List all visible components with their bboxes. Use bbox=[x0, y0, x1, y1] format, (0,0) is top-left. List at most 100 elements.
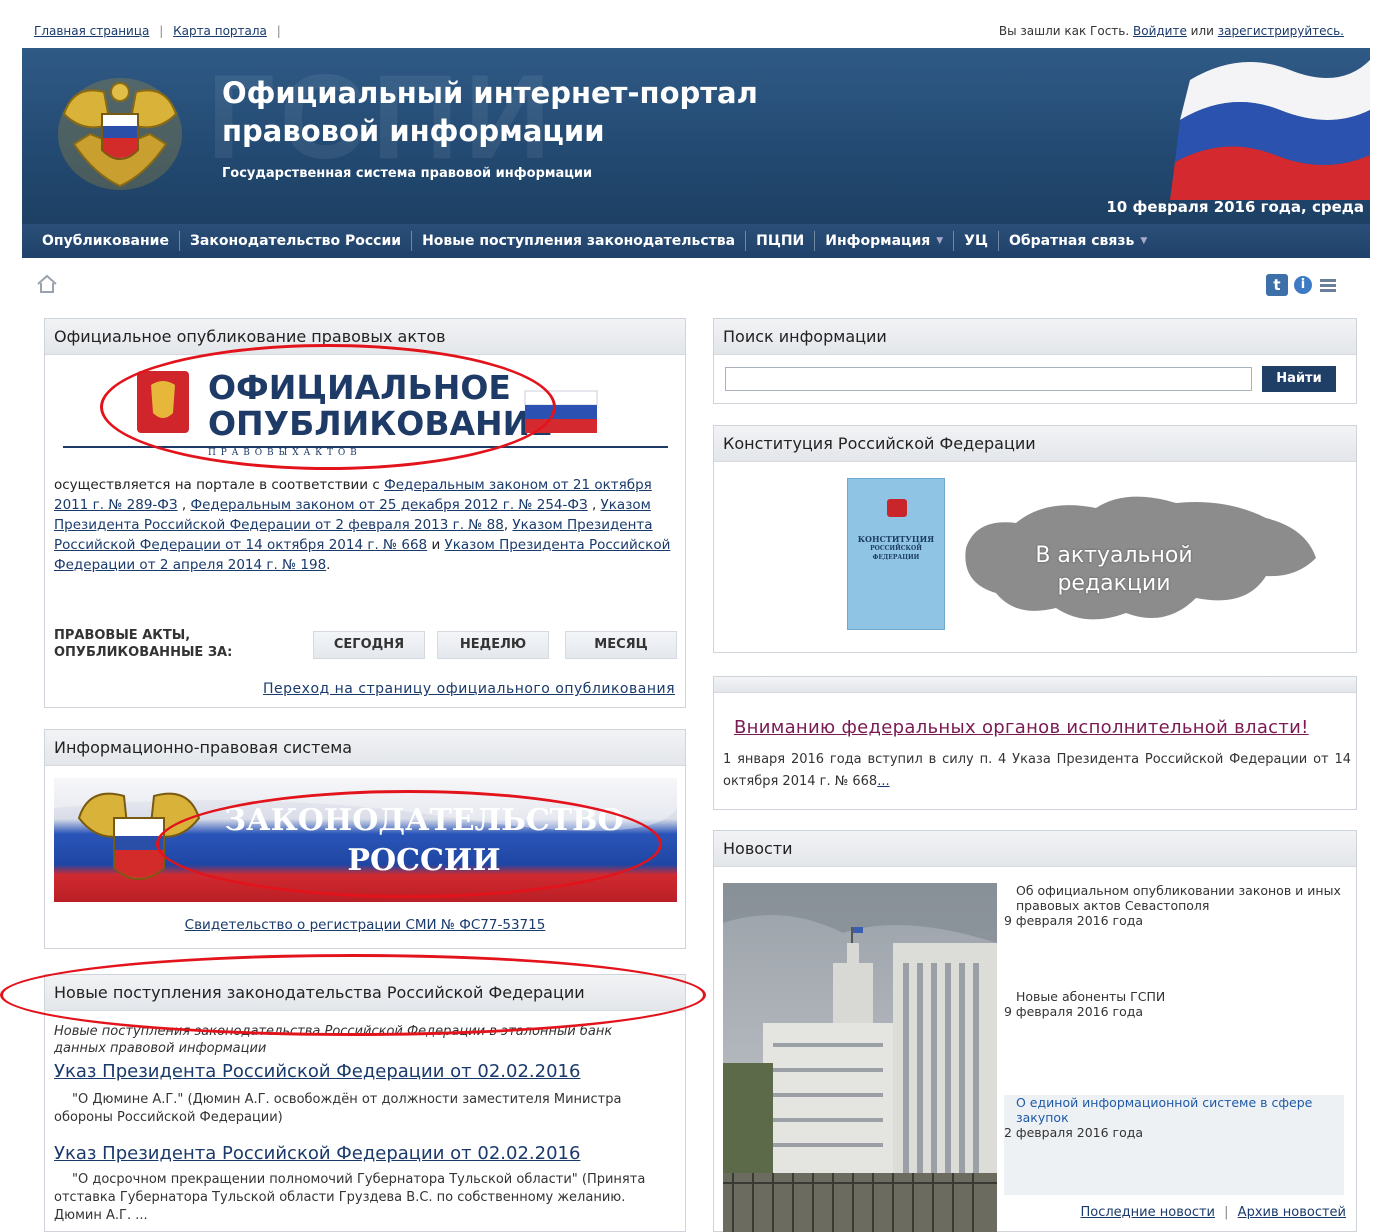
legal-information-system-panel: Информационно-правовая система ЗАКОНОДАТ… bbox=[44, 729, 686, 949]
logo-line2: ОПУБЛИКОВАНИЕ bbox=[208, 404, 553, 443]
text: осуществляется на портале в соответствии… bbox=[54, 477, 385, 493]
nav-item-uc[interactable]: УЦ bbox=[953, 231, 998, 251]
panel-heading: Новости bbox=[714, 831, 1356, 867]
nav-label: УЦ bbox=[964, 233, 988, 249]
current-date: 10 февраля 2016 года, среда bbox=[1106, 198, 1364, 216]
text: , bbox=[177, 497, 191, 513]
news-panel: Новости Об официальном опубликовании зак… bbox=[713, 830, 1357, 1232]
official-publication-panel: Официальное опубликование правовых актов… bbox=[44, 318, 686, 708]
site-title-line2: правовой информации bbox=[222, 114, 605, 148]
home-icon[interactable] bbox=[36, 274, 58, 294]
book-title-line: КОНСТИТУЦИЯ bbox=[857, 534, 935, 544]
site-title-line1: Официальный интернет-портал bbox=[222, 76, 758, 110]
top-utility-bar: Главная страница | Карта портала | Вы за… bbox=[34, 22, 1344, 42]
law-link-254fz[interactable]: Федеральным законом от 25 декабря 2012 г… bbox=[190, 497, 587, 513]
panel-heading: Поиск информации bbox=[714, 319, 1356, 355]
share-toolbar: t i bbox=[1266, 273, 1356, 297]
news-title: О единой информационной системе в сфере … bbox=[1016, 1095, 1313, 1125]
new-legislation-panel: Новые поступления законодательства Росси… bbox=[44, 974, 686, 1232]
nav-item-publication[interactable]: Опубликование bbox=[22, 231, 179, 251]
news-archive-link[interactable]: Архив новостей bbox=[1238, 1205, 1346, 1220]
russian-flag-icon bbox=[1170, 60, 1370, 200]
nav-label: Новые поступления законодательства bbox=[422, 233, 736, 249]
news-item[interactable]: О единой информационной системе в сфере … bbox=[1004, 1095, 1344, 1195]
nav-item-russian-legislation[interactable]: Законодательство России bbox=[178, 231, 411, 251]
chevron-down-icon: ▼ bbox=[1140, 236, 1148, 246]
panel-heading: Новые поступления законодательства Росси… bbox=[45, 975, 685, 1011]
chevron-down-icon: ▼ bbox=[936, 236, 944, 246]
notice-body: 1 января 2016 года вступил в силу п. 4 У… bbox=[723, 749, 1351, 793]
nav-item-new-legislation[interactable]: Новые поступления законодательства bbox=[411, 231, 745, 251]
site-title[interactable]: Официальный интернет-портал правовой инф… bbox=[222, 74, 782, 150]
nav-item-pcpi[interactable]: ПЦПИ bbox=[745, 231, 814, 251]
notice-title-link[interactable]: Вниманию федеральных органов исполнитель… bbox=[734, 717, 1309, 738]
notice-more-link[interactable]: ... bbox=[877, 774, 889, 789]
news-item[interactable]: Об официальном опубликовании законов и и… bbox=[1004, 883, 1344, 983]
official-publication-logo[interactable]: ОФИЦИАЛЬНОЕ ОПУБЛИКОВАНИЕ П Р А В О В Ы … bbox=[63, 361, 668, 457]
news-item[interactable]: Новые абоненты ГСПИ 9 февраля 2016 года bbox=[1004, 989, 1344, 1089]
acts-period-label: ПРАВОВЫЕ АКТЫ, ОПУБЛИКОВАННЫЕ ЗА: bbox=[54, 627, 232, 661]
home-page-link[interactable]: Главная страница bbox=[34, 24, 149, 38]
today-button[interactable]: СЕГОДНЯ bbox=[313, 631, 425, 659]
white-house-photo[interactable] bbox=[723, 883, 997, 1232]
info-icon[interactable]: i bbox=[1294, 276, 1312, 294]
panel-heading bbox=[714, 677, 1356, 693]
new-legislation-intro: Новые поступления законодательства Росси… bbox=[54, 1024, 613, 1056]
or-text: или bbox=[1190, 24, 1214, 38]
legislation-item-desc: "О досрочном прекращении полномочий Губе… bbox=[54, 1172, 646, 1223]
nav-item-feedback[interactable]: Обратная связь ▼ bbox=[997, 231, 1157, 251]
separator: | bbox=[276, 24, 281, 38]
week-button[interactable]: НЕДЕЛЮ bbox=[437, 631, 549, 659]
map-text-line: редакции bbox=[1057, 571, 1171, 596]
month-button[interactable]: МЕСЯЦ bbox=[565, 631, 677, 659]
label-line: ПРАВОВЫЕ АКТЫ, bbox=[54, 628, 191, 643]
nav-label: Обратная связь bbox=[1008, 233, 1135, 249]
register-link[interactable]: зарегистрируйтесь. bbox=[1218, 24, 1344, 38]
notice-text: 1 января 2016 года вступил в силу п. 4 У… bbox=[723, 752, 1351, 789]
legislation-item-title[interactable]: Указ Президента Российской Федерации от … bbox=[54, 1143, 580, 1164]
nav-label: Законодательство России bbox=[189, 233, 402, 249]
logo-line3: П Р А В О В Ы Х А К Т О В bbox=[208, 448, 358, 457]
label-line: ОПУБЛИКОВАННЫЕ ЗА: bbox=[54, 645, 233, 660]
book-title-line: РОССИЙСКОЙ bbox=[870, 545, 922, 552]
news-date: 9 февраля 2016 года bbox=[1004, 1004, 1144, 1019]
nav-item-information[interactable]: Информация ▼ bbox=[814, 231, 953, 251]
guest-status-text: Вы зашли как Гость. bbox=[998, 24, 1130, 38]
constitution-panel: Конституция Российской Федерации КОНСТИТ… bbox=[713, 425, 1357, 653]
text: , bbox=[587, 497, 601, 513]
latest-news-link[interactable]: Последние новости bbox=[1081, 1205, 1216, 1220]
coat-of-arms-icon bbox=[887, 499, 907, 517]
twitter-icon[interactable]: t bbox=[1266, 274, 1288, 296]
official-publication-page-link[interactable]: Переход на страницу официального опублик… bbox=[263, 681, 675, 697]
legislation-item-title[interactable]: Указ Президента Российской Федерации от … bbox=[54, 1061, 580, 1082]
media-registration-link[interactable]: Свидетельство о регистрации СМИ № ФС77-5… bbox=[185, 917, 546, 933]
map-text-line: В актуальной bbox=[1035, 543, 1193, 568]
news-date: 2 февраля 2016 года bbox=[1004, 1125, 1144, 1140]
login-link[interactable]: Войдите bbox=[1133, 24, 1187, 38]
media-registration-link-wrap: Свидетельство о регистрации СМИ № ФС77-5… bbox=[45, 917, 685, 933]
book-title-line: ФЕДЕРАЦИИ bbox=[872, 554, 920, 561]
russian-legislation-banner[interactable]: ЗАКОНОДАТЕЛЬСТВО РОССИИ bbox=[54, 778, 677, 902]
nav-label: Информация bbox=[825, 233, 931, 249]
news-title: Новые абоненты ГСПИ bbox=[1016, 989, 1166, 1004]
banner-line2: РОССИИ bbox=[347, 843, 500, 878]
news-date: 9 февраля 2016 года bbox=[1004, 913, 1144, 928]
search-button[interactable]: Найти bbox=[1262, 366, 1336, 392]
news-footer: Последние новости | Архив новостей bbox=[1081, 1205, 1347, 1220]
logo-line1: ОФИЦИАЛЬНОЕ bbox=[208, 368, 511, 407]
print-icon[interactable] bbox=[1318, 276, 1338, 294]
site-header: ГСПИ Официальный интернет-портал правово… bbox=[22, 48, 1370, 230]
main-navigation: Опубликование Законодательство России Но… bbox=[22, 224, 1370, 258]
separator: | bbox=[1224, 1205, 1229, 1220]
search-input[interactable] bbox=[725, 367, 1252, 391]
constitution-book-cover[interactable]: КОНСТИТУЦИЯ РОССИЙСКОЙ ФЕДЕРАЦИИ bbox=[847, 478, 945, 630]
site-subtitle: Государственная система правовой информа… bbox=[222, 166, 593, 181]
current-edition-label[interactable]: В актуальной редакции bbox=[1014, 542, 1214, 598]
eagle-emblem-icon[interactable] bbox=[54, 74, 186, 192]
news-title: Об официальном опубликовании законов и и… bbox=[1016, 883, 1341, 913]
nav-label: Опубликование bbox=[42, 233, 169, 249]
panel-heading: Конституция Российской Федерации bbox=[714, 426, 1356, 462]
separator: | bbox=[159, 24, 164, 38]
nav-label: ПЦПИ bbox=[756, 233, 805, 249]
site-map-link[interactable]: Карта портала bbox=[173, 24, 267, 38]
